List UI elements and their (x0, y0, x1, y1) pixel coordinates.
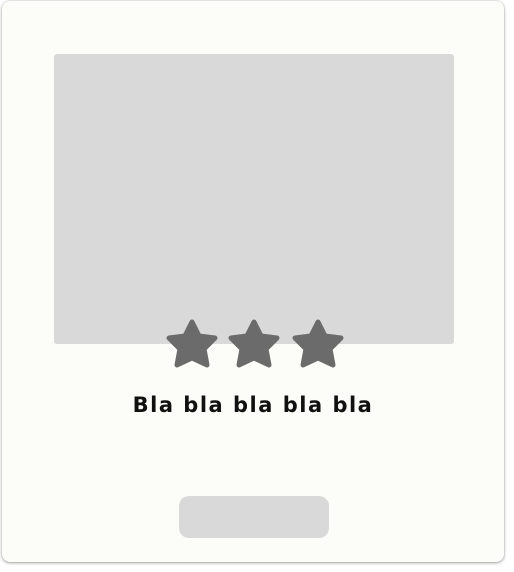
star-icon (226, 318, 282, 370)
action-button[interactable] (179, 496, 329, 538)
star-icon (164, 318, 220, 370)
star-rating (164, 318, 348, 370)
card: Bla bla bla bla bla (2, 1, 504, 562)
star-icon (290, 318, 346, 370)
image-placeholder (54, 54, 454, 344)
caption-text: Bla bla bla bla bla (132, 393, 374, 417)
